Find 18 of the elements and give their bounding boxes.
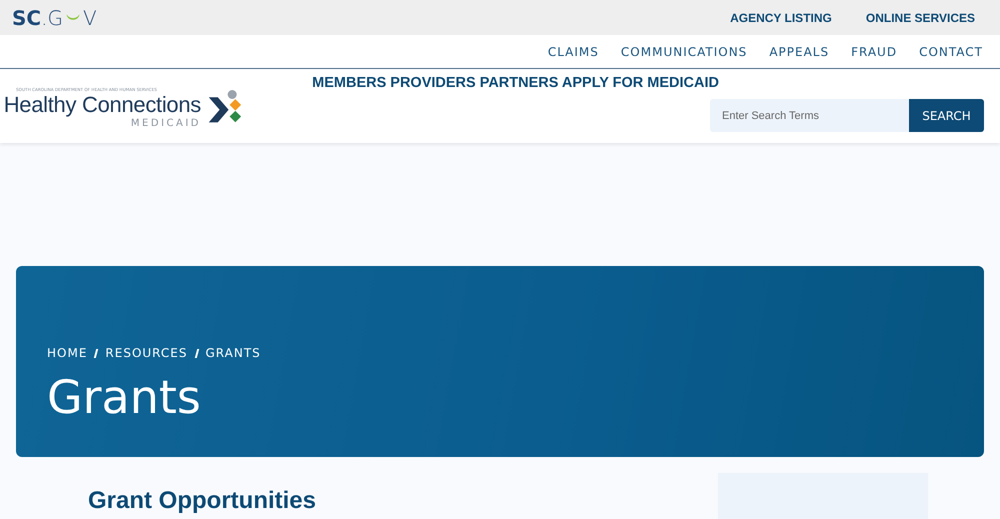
breadcrumb-link[interactable]: GRANTS xyxy=(206,346,261,360)
main-menu[interactable]: MEMBERS PROVIDERS PARTNERS APPLY FOR MEDICAID xyxy=(312,75,719,91)
breadcrumb-link[interactable]: RESOURCES xyxy=(105,346,188,360)
section-heading: Grant Opportunities xyxy=(88,487,316,516)
page-title: Grants xyxy=(47,370,202,424)
top-link[interactable]: AGENCY LISTING xyxy=(730,10,832,24)
nav-link[interactable]: APPEALS xyxy=(769,44,830,58)
search-button[interactable]: SEARCH xyxy=(909,99,984,132)
logo-subtitle: MEDICAID xyxy=(130,118,201,129)
top-link[interactable]: ONLINE SERVICES xyxy=(866,10,975,24)
breadcrumb-link[interactable]: HOME xyxy=(47,346,88,360)
logo-name[interactable]: Healthy Connections xyxy=(4,92,201,118)
nav-link[interactable]: COMMUNICATIONS xyxy=(620,44,748,58)
sc-gov-logo[interactable]: SC.G V xyxy=(12,6,97,30)
nav-link[interactable]: CLAIMS xyxy=(548,44,599,58)
nav-link[interactable]: FRAUD xyxy=(851,44,898,58)
search-field[interactable]: Enter Search Terms xyxy=(710,99,909,132)
nav-link[interactable]: CONTACT xyxy=(919,44,983,58)
